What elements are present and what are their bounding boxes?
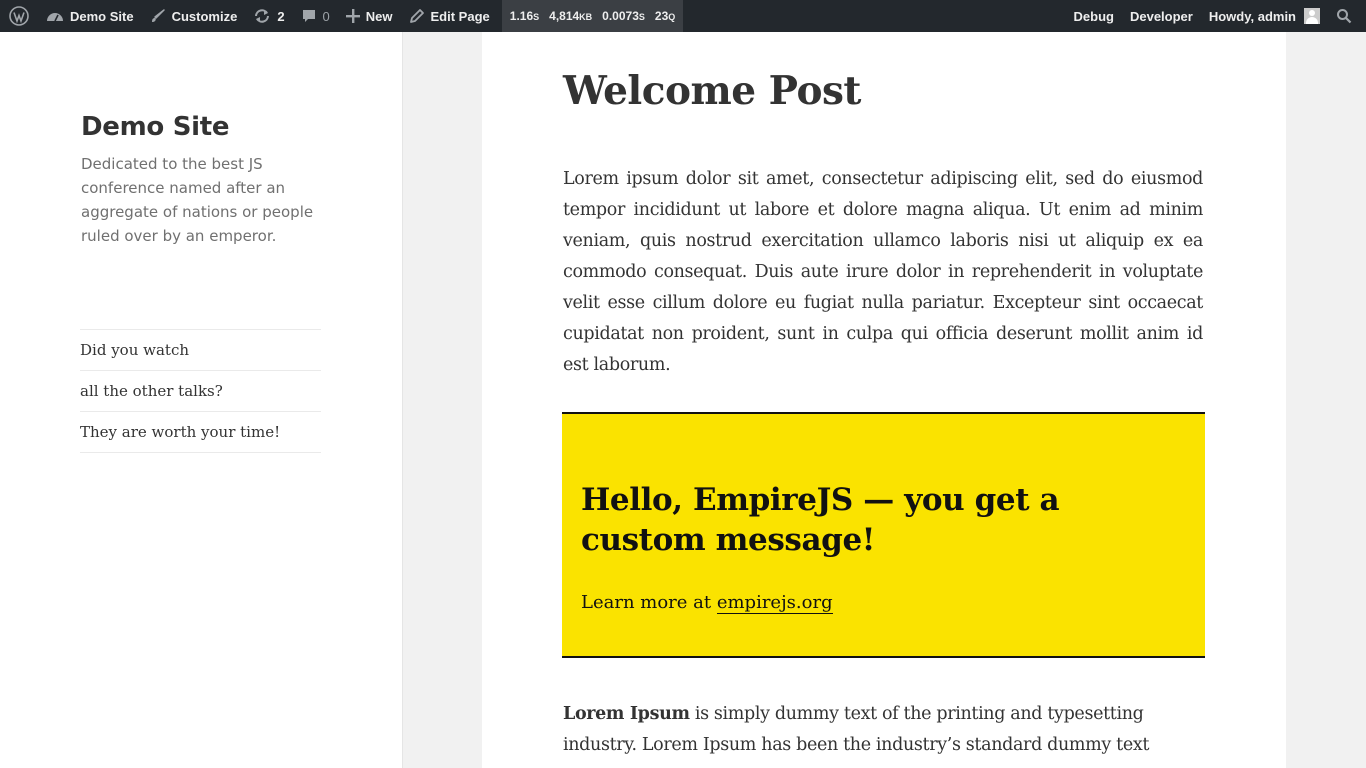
comments-count: 0 [322, 8, 330, 24]
post-paragraph: Lorem ipsum dolor sit amet, consectetur … [563, 169, 1203, 375]
sidebar: Demo Site Dedicated to the best JS confe… [0, 32, 403, 768]
wordpress-logo-button[interactable] [0, 0, 38, 32]
search-icon [1336, 8, 1352, 24]
site-name-menu[interactable]: Demo Site [38, 0, 142, 32]
new-label: New [365, 8, 393, 24]
sidebar-menu-item[interactable]: They are worth your time! [80, 412, 321, 453]
edit-page-button[interactable]: Edit Page [401, 0, 498, 32]
post-title: Welcome Post [563, 68, 861, 114]
dashboard-icon [46, 8, 64, 24]
pencil-icon [409, 8, 425, 24]
developer-button[interactable]: Developer [1122, 0, 1201, 32]
developer-label: Developer [1129, 8, 1193, 24]
qm-db-time: 0.0073S [602, 9, 645, 23]
callout-heading: Hello, EmpireJS — you get a custom messa… [581, 482, 1060, 558]
post-paragraph-2: Lorem Ipsum is simply dummy text of the … [563, 699, 1203, 761]
qm-memory: 4,814KB [549, 9, 593, 23]
avatar [1304, 8, 1320, 24]
qm-queries: 23Q [654, 9, 676, 23]
site-title[interactable]: Demo Site [81, 112, 230, 142]
search-button[interactable] [1328, 0, 1366, 32]
debug-button[interactable]: Debug [1066, 0, 1122, 32]
site-name-label: Demo Site [70, 8, 134, 24]
debug-label: Debug [1073, 8, 1114, 24]
admin-bar: Demo Site Customize 2 0 New Edit Page 1.… [0, 0, 1366, 32]
sidebar-menu: Did you watch all the other talks? They … [80, 329, 321, 453]
updates-button[interactable]: 2 [245, 0, 292, 32]
updates-count: 2 [277, 8, 285, 24]
brush-icon [150, 8, 166, 24]
custom-message-callout: Hello, EmpireJS — you get a custom messa… [562, 412, 1205, 658]
new-content-button[interactable]: New [338, 0, 401, 32]
empirejs-link[interactable]: empirejs.org [716, 592, 833, 614]
qm-page-time: 1.16S [509, 9, 540, 23]
plus-icon [345, 9, 360, 23]
updates-icon [253, 8, 271, 24]
howdy-label: Howdy, admin [1208, 8, 1296, 24]
account-menu[interactable]: Howdy, admin [1201, 0, 1328, 32]
customize-label: Customize [171, 8, 238, 24]
site-description: Dedicated to the best JS conference name… [81, 155, 314, 245]
sidebar-menu-item[interactable]: all the other talks? [80, 371, 321, 412]
comment-icon [301, 8, 317, 24]
customize-button[interactable]: Customize [142, 0, 246, 32]
sidebar-menu-item[interactable]: Did you watch [80, 330, 321, 371]
post-paragraph-2-bold: Lorem Ipsum [563, 704, 690, 724]
edit-page-label: Edit Page [430, 8, 490, 24]
callout-text: Learn more at empirejs.org [581, 592, 833, 614]
wordpress-icon [9, 6, 29, 26]
comments-button[interactable]: 0 [293, 0, 338, 32]
query-monitor-button[interactable]: 1.16S 4,814KB 0.0073S 23Q [501, 0, 684, 32]
main-content: Welcome Post Lorem ipsum dolor sit amet,… [482, 32, 1286, 768]
